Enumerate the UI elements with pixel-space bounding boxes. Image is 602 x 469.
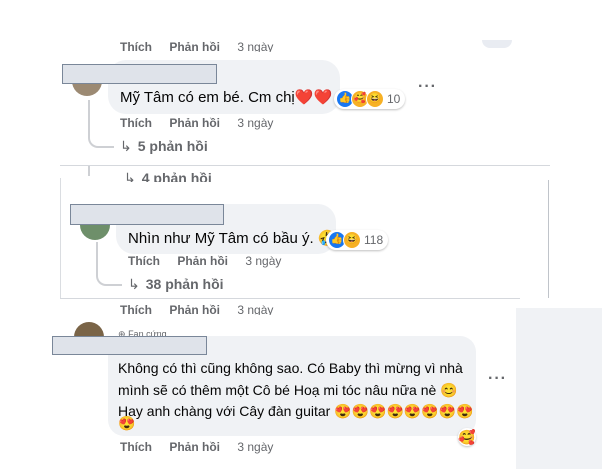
bottom-timestamp: 3 ngày	[237, 303, 274, 315]
screenshot-divider	[60, 165, 550, 166]
comment-3-line-2: mình sẽ có thêm một Cô bé Hoạ mi tóc nâu…	[118, 382, 458, 398]
reaction-summary-2[interactable]: 👍 😆 118	[326, 230, 389, 250]
replies-count-1: 5 phản hồi	[137, 138, 208, 154]
reply-button[interactable]: Phản hồi	[177, 254, 228, 268]
comment-3-line-4: 😍	[118, 415, 136, 431]
care-reaction-icon[interactable]: 🥰	[458, 428, 476, 446]
replies-count-cropped: 4 phản hồi	[141, 170, 212, 182]
timestamp: 3 ngày	[245, 254, 282, 268]
reaction-count-1: 10	[387, 92, 401, 106]
like-button[interactable]: Thích	[120, 116, 152, 130]
comment-1-text: Mỹ Tâm có em bé. Cm chị	[120, 89, 295, 106]
more-options-icon[interactable]: ···	[488, 370, 507, 388]
reaction-count-2: 118	[364, 233, 384, 247]
screenshot-divider	[60, 298, 520, 299]
top-reply-button[interactable]: Phản hồi	[169, 40, 220, 52]
comment-2-text-line: Nhìn như Mỹ Tâm có bầu ý. 🤣	[128, 229, 337, 249]
comment-3-actions: Thích Phản hồi 3 ngày	[120, 440, 287, 454]
like-button[interactable]: Thích	[128, 254, 160, 268]
view-replies-link-cropped[interactable]: ↳ 4 phản hồi	[124, 170, 212, 182]
reply-button[interactable]: Phản hồi	[169, 116, 220, 130]
bottom-reply-button[interactable]: Phản hồi	[169, 303, 220, 315]
timestamp: 3 ngày	[237, 116, 274, 130]
comment-3-line-3: Hay anh chàng với Cây đàn guitar 😍😍😍😍😍😍😍…	[118, 403, 474, 419]
reply-arrow-icon: ↳	[124, 170, 136, 182]
bottom-strip-actions: Thích Phản hồi 3 ngày	[120, 303, 287, 315]
reaction-summary-1[interactable]: 👍 🥰 😆 10	[334, 89, 406, 109]
reply-arrow-icon: ↳	[120, 138, 132, 154]
comment-2-actions: Thích Phản hồi 3 ngày	[128, 254, 295, 268]
view-replies-link-1[interactable]: ↳ 5 phản hồi	[120, 138, 208, 155]
timestamp: 3 ngày	[237, 440, 274, 454]
top-reaction-chip-fragment	[482, 40, 512, 48]
heart-emoji-icon: ❤️❤️	[294, 89, 333, 106]
haha-reaction-icon: 😆	[343, 231, 361, 249]
comment-1-actions: Thích Phản hồi 3 ngày	[120, 116, 287, 130]
redacted-author-name	[52, 336, 207, 355]
reply-arrow-icon: ↳	[128, 276, 140, 292]
reply-thread-line	[88, 166, 90, 176]
view-replies-link-2[interactable]: ↳ 38 phản hồi	[128, 276, 224, 293]
reply-thread-line	[88, 100, 114, 148]
redacted-author-name	[62, 64, 217, 84]
redacted-author-name	[70, 204, 224, 225]
replies-count-2: 38 phản hồi	[145, 276, 224, 292]
top-timestamp: 3 ngày	[237, 40, 274, 52]
reply-thread-line	[96, 242, 122, 286]
haha-reaction-icon: 😆	[366, 90, 384, 108]
top-like-button[interactable]: Thích	[120, 40, 152, 52]
side-panel-edge	[516, 308, 602, 469]
reply-button[interactable]: Phản hồi	[169, 440, 220, 454]
top-strip-actions: Thích Phản hồi 3 ngày	[120, 40, 287, 52]
more-options-icon[interactable]: ···	[418, 78, 437, 96]
screenshot-edge	[60, 178, 61, 298]
comment-2-text: Nhìn như Mỹ Tâm có bầu ý.	[128, 230, 314, 247]
screenshot-edge	[548, 180, 549, 298]
like-button[interactable]: Thích	[120, 440, 152, 454]
comment-3-line-1: Không có thì cũng không sao. Có Baby thì…	[118, 360, 463, 376]
bottom-like-button[interactable]: Thích	[120, 303, 152, 315]
comment-1-text-line: Mỹ Tâm có em bé. Cm chị❤️❤️	[120, 88, 332, 108]
